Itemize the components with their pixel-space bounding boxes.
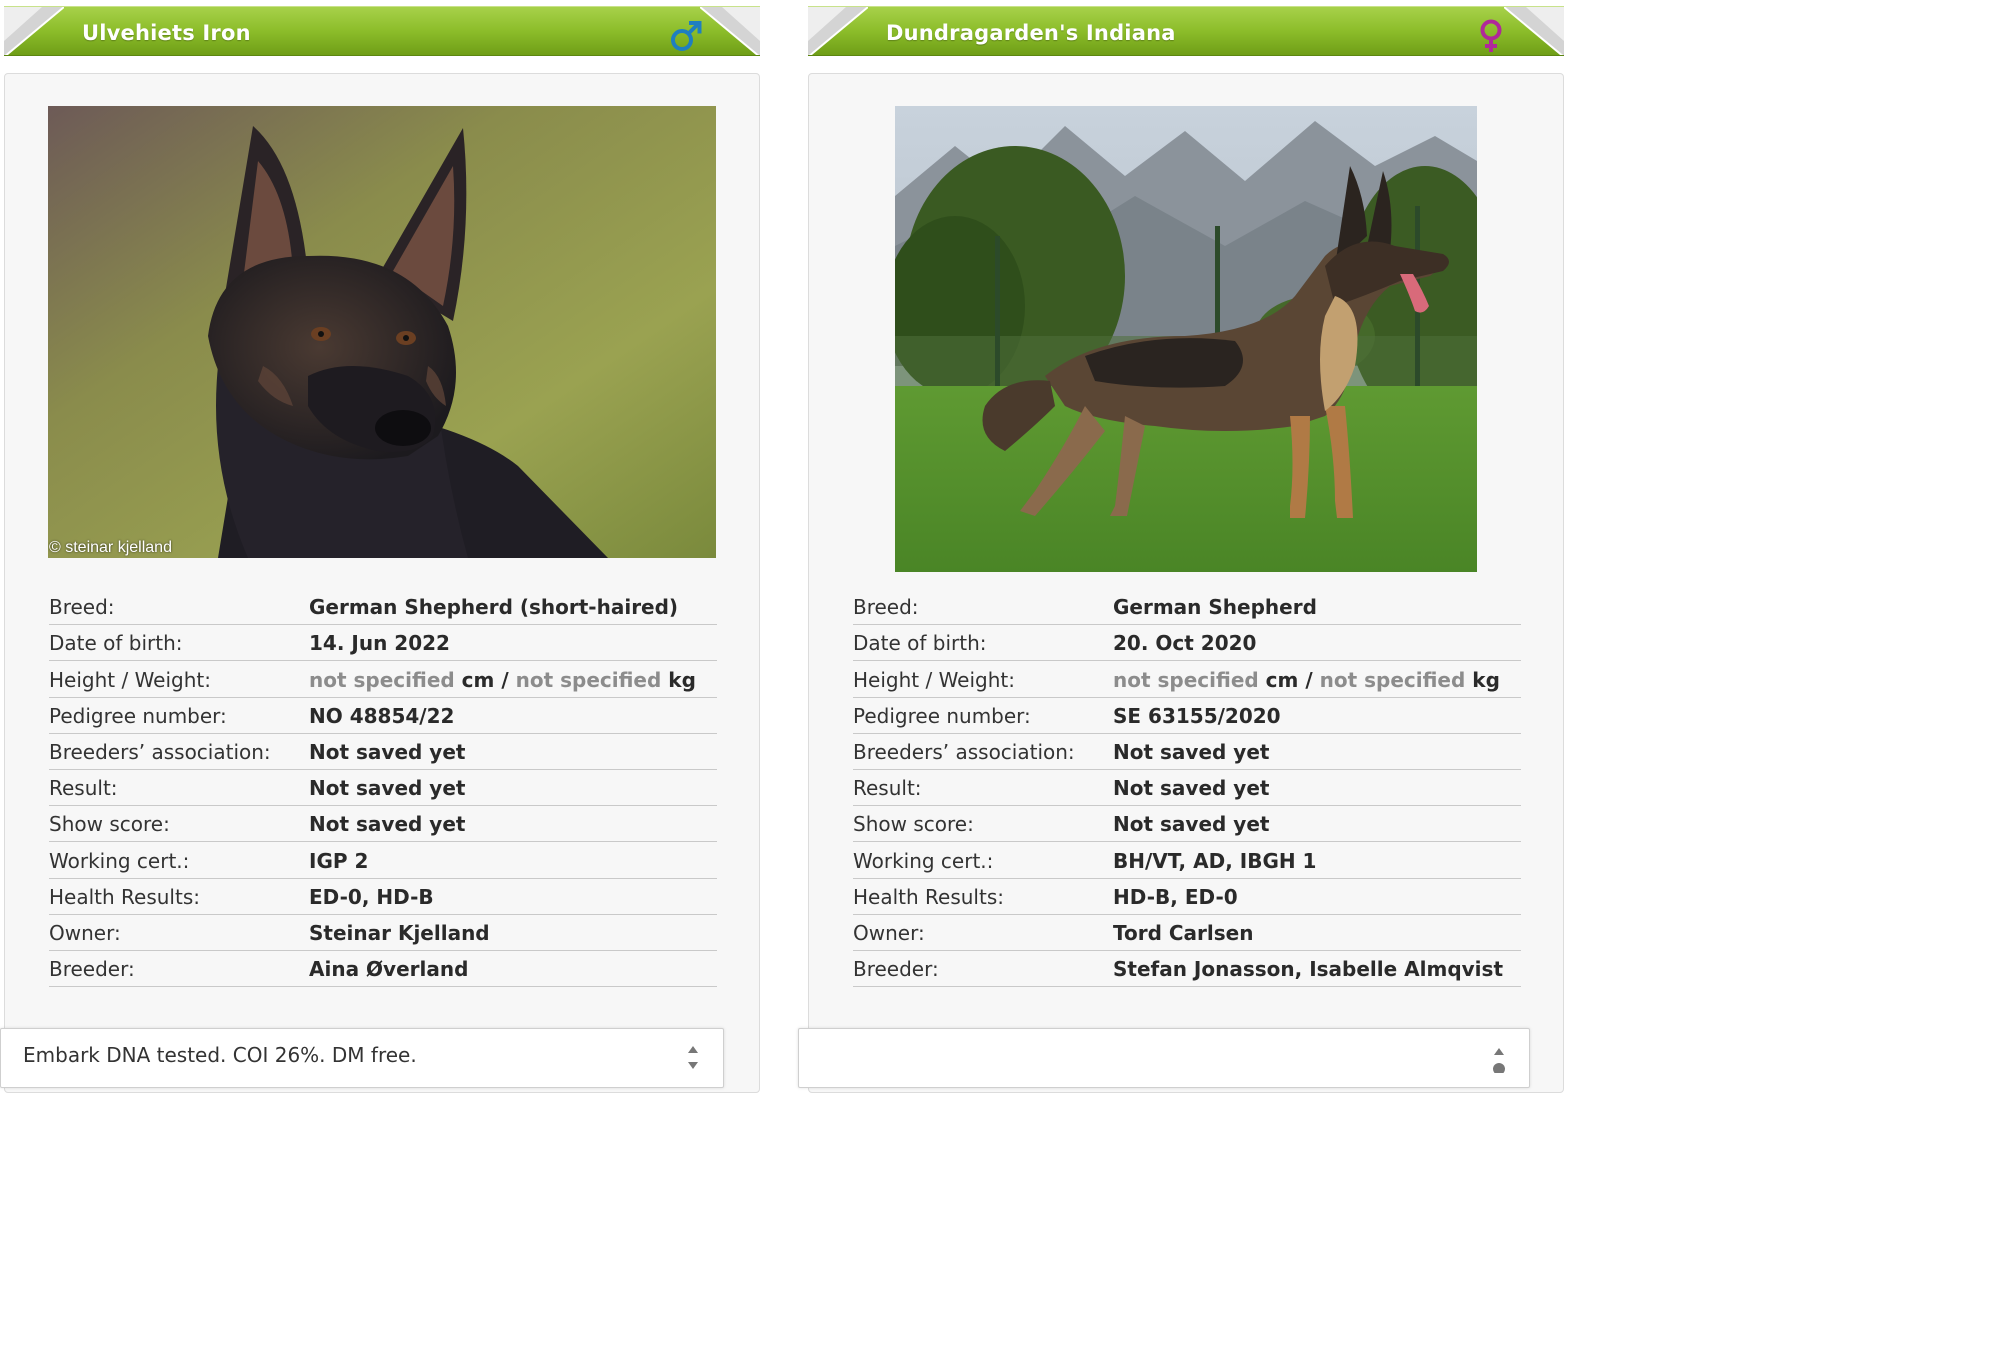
dog-photo[interactable]: © steinar kjelland bbox=[48, 106, 716, 558]
info-row-height-weight: Height / Weight: not specified cm / not … bbox=[853, 661, 1521, 698]
header-fold-right bbox=[1504, 7, 1564, 55]
breed-value: German Shepherd bbox=[1113, 595, 1317, 620]
association-label: Breeders’ association: bbox=[853, 739, 1075, 764]
result-label: Result: bbox=[853, 776, 922, 801]
weight-unit: kg bbox=[1472, 667, 1500, 692]
dog-header: Dundragarden's Indiana bbox=[808, 6, 1564, 56]
info-row-breeder: Breeder: Stefan Jonasson, Isabelle Almqv… bbox=[853, 951, 1521, 988]
header-fold-left bbox=[4, 7, 64, 55]
height-weight-label: Height / Weight: bbox=[49, 667, 211, 692]
breed-label: Breed: bbox=[853, 595, 919, 620]
photo-credit: © steinar kjelland bbox=[49, 539, 172, 556]
scroll-arrows-icon[interactable] bbox=[1491, 1043, 1507, 1073]
pedigree-value: SE 63155/2020 bbox=[1113, 703, 1281, 728]
info-row-working-cert: Working cert.: IGP 2 bbox=[49, 842, 717, 879]
show-score-label: Show score: bbox=[853, 812, 974, 837]
note-textarea[interactable] bbox=[798, 1028, 1530, 1088]
info-row-association: Breeders’ association: Not saved yet bbox=[853, 734, 1521, 770]
result-label: Result: bbox=[49, 776, 118, 801]
weight-unit: kg bbox=[668, 667, 696, 692]
female-icon bbox=[1474, 19, 1508, 53]
height-value: not specified bbox=[1113, 667, 1259, 692]
dob-label: Date of birth: bbox=[853, 631, 987, 656]
breed-value: German Shepherd (short-haired) bbox=[309, 595, 679, 620]
breeder-label: Breeder: bbox=[49, 957, 135, 982]
height-weight-value: not specified cm / not specified kg bbox=[1113, 668, 1500, 692]
male-icon bbox=[670, 19, 704, 53]
result-value: Not saved yet bbox=[1113, 776, 1270, 801]
info-row-result: Result: Not saved yet bbox=[853, 770, 1521, 807]
note-textarea[interactable]: Embark DNA tested. COI 26%. DM free. bbox=[0, 1028, 724, 1088]
info-row-health: Health Results: ED-0, HD-B bbox=[49, 879, 717, 915]
breeder-label: Breeder: bbox=[853, 957, 939, 982]
height-unit: cm / bbox=[461, 667, 509, 692]
info-row-dob: Date of birth: 20. Oct 2020 bbox=[853, 625, 1521, 662]
working-cert-value: IGP 2 bbox=[309, 848, 369, 873]
health-label: Health Results: bbox=[49, 884, 200, 909]
dob-label: Date of birth: bbox=[49, 631, 183, 656]
pedigree-value: NO 48854/22 bbox=[309, 703, 455, 728]
dog-header: Ulvehiets Iron bbox=[4, 6, 760, 56]
info-row-pedigree: Pedigree number: SE 63155/2020 bbox=[853, 698, 1521, 734]
info-row-result: Result: Not saved yet bbox=[49, 770, 717, 807]
dog-info-table: Breed: German Shepherd Date of birth: 20… bbox=[853, 589, 1521, 988]
show-score-value: Not saved yet bbox=[309, 812, 466, 837]
health-label: Health Results: bbox=[853, 884, 1004, 909]
info-row-breeder: Breeder: Aina Øverland bbox=[49, 951, 717, 988]
height-unit: cm / bbox=[1265, 667, 1313, 692]
health-value: ED-0, HD-B bbox=[309, 884, 434, 909]
header-fold-left bbox=[808, 7, 868, 55]
weight-value: not specified bbox=[1319, 667, 1466, 692]
dog-panel-left: Ulvehiets Iron © steinar kjelland Breed:… bbox=[0, 0, 760, 1093]
association-value: Not saved yet bbox=[1113, 739, 1270, 764]
working-cert-label: Working cert.: bbox=[853, 848, 994, 873]
show-score-value: Not saved yet bbox=[1113, 812, 1270, 837]
owner-value: Steinar Kjelland bbox=[309, 920, 490, 945]
result-value: Not saved yet bbox=[309, 776, 466, 801]
breed-label: Breed: bbox=[49, 595, 115, 620]
dog-name[interactable]: Ulvehiets Iron bbox=[82, 7, 251, 55]
association-value: Not saved yet bbox=[309, 739, 466, 764]
pedigree-label: Pedigree number: bbox=[853, 703, 1031, 728]
weight-value: not specified bbox=[515, 667, 662, 692]
info-row-owner: Owner: Steinar Kjelland bbox=[49, 915, 717, 951]
breeder-value: Stefan Jonasson, Isabelle Almqvist bbox=[1113, 957, 1503, 982]
info-row-show-score: Show score: Not saved yet bbox=[49, 806, 717, 843]
owner-label: Owner: bbox=[853, 920, 925, 945]
info-row-association: Breeders’ association: Not saved yet bbox=[49, 734, 717, 770]
info-row-pedigree: Pedigree number: NO 48854/22 bbox=[49, 698, 717, 734]
height-value: not specified bbox=[309, 667, 455, 692]
association-label: Breeders’ association: bbox=[49, 739, 271, 764]
info-row-owner: Owner: Tord Carlsen bbox=[853, 915, 1521, 951]
info-row-height-weight: Height / Weight: not specified cm / not … bbox=[49, 661, 717, 698]
info-row-breed: Breed: German Shepherd (short-haired) bbox=[49, 589, 717, 626]
dog-panel-right: Dundragarden's Indiana Breed: German She… bbox=[798, 0, 1564, 1093]
dob-value: 20. Oct 2020 bbox=[1113, 631, 1257, 656]
scroll-arrows-icon[interactable] bbox=[685, 1043, 701, 1073]
owner-value: Tord Carlsen bbox=[1113, 920, 1254, 945]
height-weight-label: Height / Weight: bbox=[853, 667, 1015, 692]
note-text: Embark DNA tested. COI 26%. DM free. bbox=[23, 1043, 417, 1067]
height-weight-value: not specified cm / not specified kg bbox=[309, 668, 696, 692]
pedigree-label: Pedigree number: bbox=[49, 703, 227, 728]
info-row-dob: Date of birth: 14. Jun 2022 bbox=[49, 625, 717, 662]
info-row-breed: Breed: German Shepherd bbox=[853, 589, 1521, 626]
breeder-value: Aina Øverland bbox=[309, 957, 469, 982]
info-row-health: Health Results: HD-B, ED-0 bbox=[853, 879, 1521, 915]
header-fold-right bbox=[700, 7, 760, 55]
dob-value: 14. Jun 2022 bbox=[309, 631, 450, 656]
working-cert-label: Working cert.: bbox=[49, 848, 190, 873]
health-value: HD-B, ED-0 bbox=[1113, 884, 1238, 909]
dog-photo[interactable] bbox=[895, 106, 1477, 572]
info-row-show-score: Show score: Not saved yet bbox=[853, 806, 1521, 843]
working-cert-value: BH/VT, AD, IBGH 1 bbox=[1113, 848, 1317, 873]
owner-label: Owner: bbox=[49, 920, 121, 945]
show-score-label: Show score: bbox=[49, 812, 170, 837]
dog-info-table: Breed: German Shepherd (short-haired) Da… bbox=[49, 589, 717, 988]
dog-name[interactable]: Dundragarden's Indiana bbox=[886, 7, 1176, 55]
dog-card: Breed: German Shepherd Date of birth: 20… bbox=[808, 73, 1564, 1093]
dog-card: © steinar kjelland Breed: German Shepher… bbox=[4, 73, 760, 1093]
info-row-working-cert: Working cert.: BH/VT, AD, IBGH 1 bbox=[853, 842, 1521, 879]
